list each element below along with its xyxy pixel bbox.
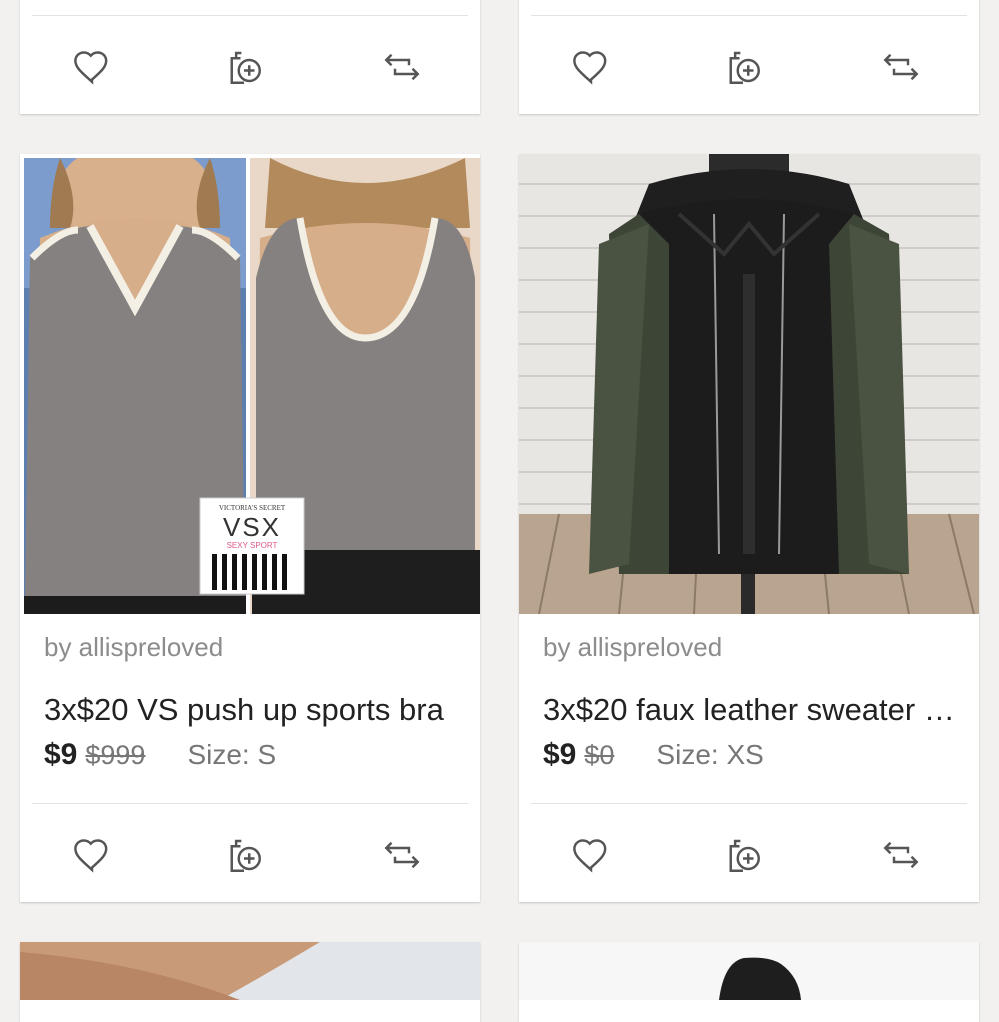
share-icon [883,53,919,81]
price: $9 [543,738,577,771]
share-button[interactable] [372,27,432,107]
closet-add-icon [230,51,261,84]
share-button[interactable] [871,27,931,107]
share-button[interactable] [372,815,432,895]
logo-line1: VICTORIA'S SECRET [219,504,286,512]
closet-add-icon [230,839,261,872]
like-button[interactable] [62,27,122,107]
listing-card-bottom-left[interactable] [20,942,480,1022]
listing-card[interactable]: VICTORIA'S SECRET VSX SEXY SPORT by alli… [20,154,480,902]
leather-jacket-photo [519,154,979,615]
logo-brand: VSX [223,512,281,542]
action-bar [519,815,979,895]
closet-add-icon [729,51,760,84]
listing-image[interactable]: VICTORIA'S SECRET VSX SEXY SPORT [20,154,480,614]
listing-image-partial [519,942,979,1000]
like-button[interactable] [561,815,621,895]
share-button[interactable] [871,815,931,895]
original-price: $0 [584,740,615,770]
price-row: $9 $999 Size: S [44,738,276,772]
divider [531,15,967,16]
closet-add-icon [729,839,760,872]
listing-card-bottom-right[interactable] [519,942,979,1022]
divider [32,803,468,804]
heart-icon [74,51,108,85]
price-row: $9 $0 Size: XS [543,738,764,772]
like-button[interactable] [62,815,122,895]
action-bar [20,27,480,107]
listing-image[interactable] [519,154,979,615]
share-icon [883,841,919,869]
divider [32,15,468,16]
seller-name[interactable]: by allispreloved [44,632,223,663]
listing-card[interactable]: by allispreloved 3x$20 faux leather swea… [519,154,979,902]
heart-icon [74,839,108,873]
listing-card-top-right[interactable] [519,0,979,114]
share-icon [384,841,420,869]
add-to-closet-button[interactable] [214,815,274,895]
size-label: Size: S [187,739,277,770]
sports-bra-photo: VICTORIA'S SECRET VSX SEXY SPORT [20,154,480,614]
add-to-closet-button[interactable] [214,27,274,107]
divider [531,803,967,804]
original-price: $999 [85,740,146,770]
heart-icon [573,839,607,873]
listing-card-top-left[interactable] [20,0,480,114]
size-label: Size: XS [656,739,764,770]
price: $9 [44,738,78,771]
heart-icon [573,51,607,85]
like-button[interactable] [561,27,621,107]
listing-image-partial [20,942,480,1000]
share-icon [384,53,420,81]
add-to-closet-button[interactable] [713,815,773,895]
action-bar [519,27,979,107]
seller-name[interactable]: by allispreloved [543,632,722,663]
logo-line2: SEXY SPORT [227,541,278,550]
listing-title[interactable]: 3x$20 faux leather sweater jacket [543,692,961,728]
listing-title[interactable]: 3x$20 VS push up sports bra [44,692,462,728]
action-bar [20,815,480,895]
add-to-closet-button[interactable] [713,27,773,107]
